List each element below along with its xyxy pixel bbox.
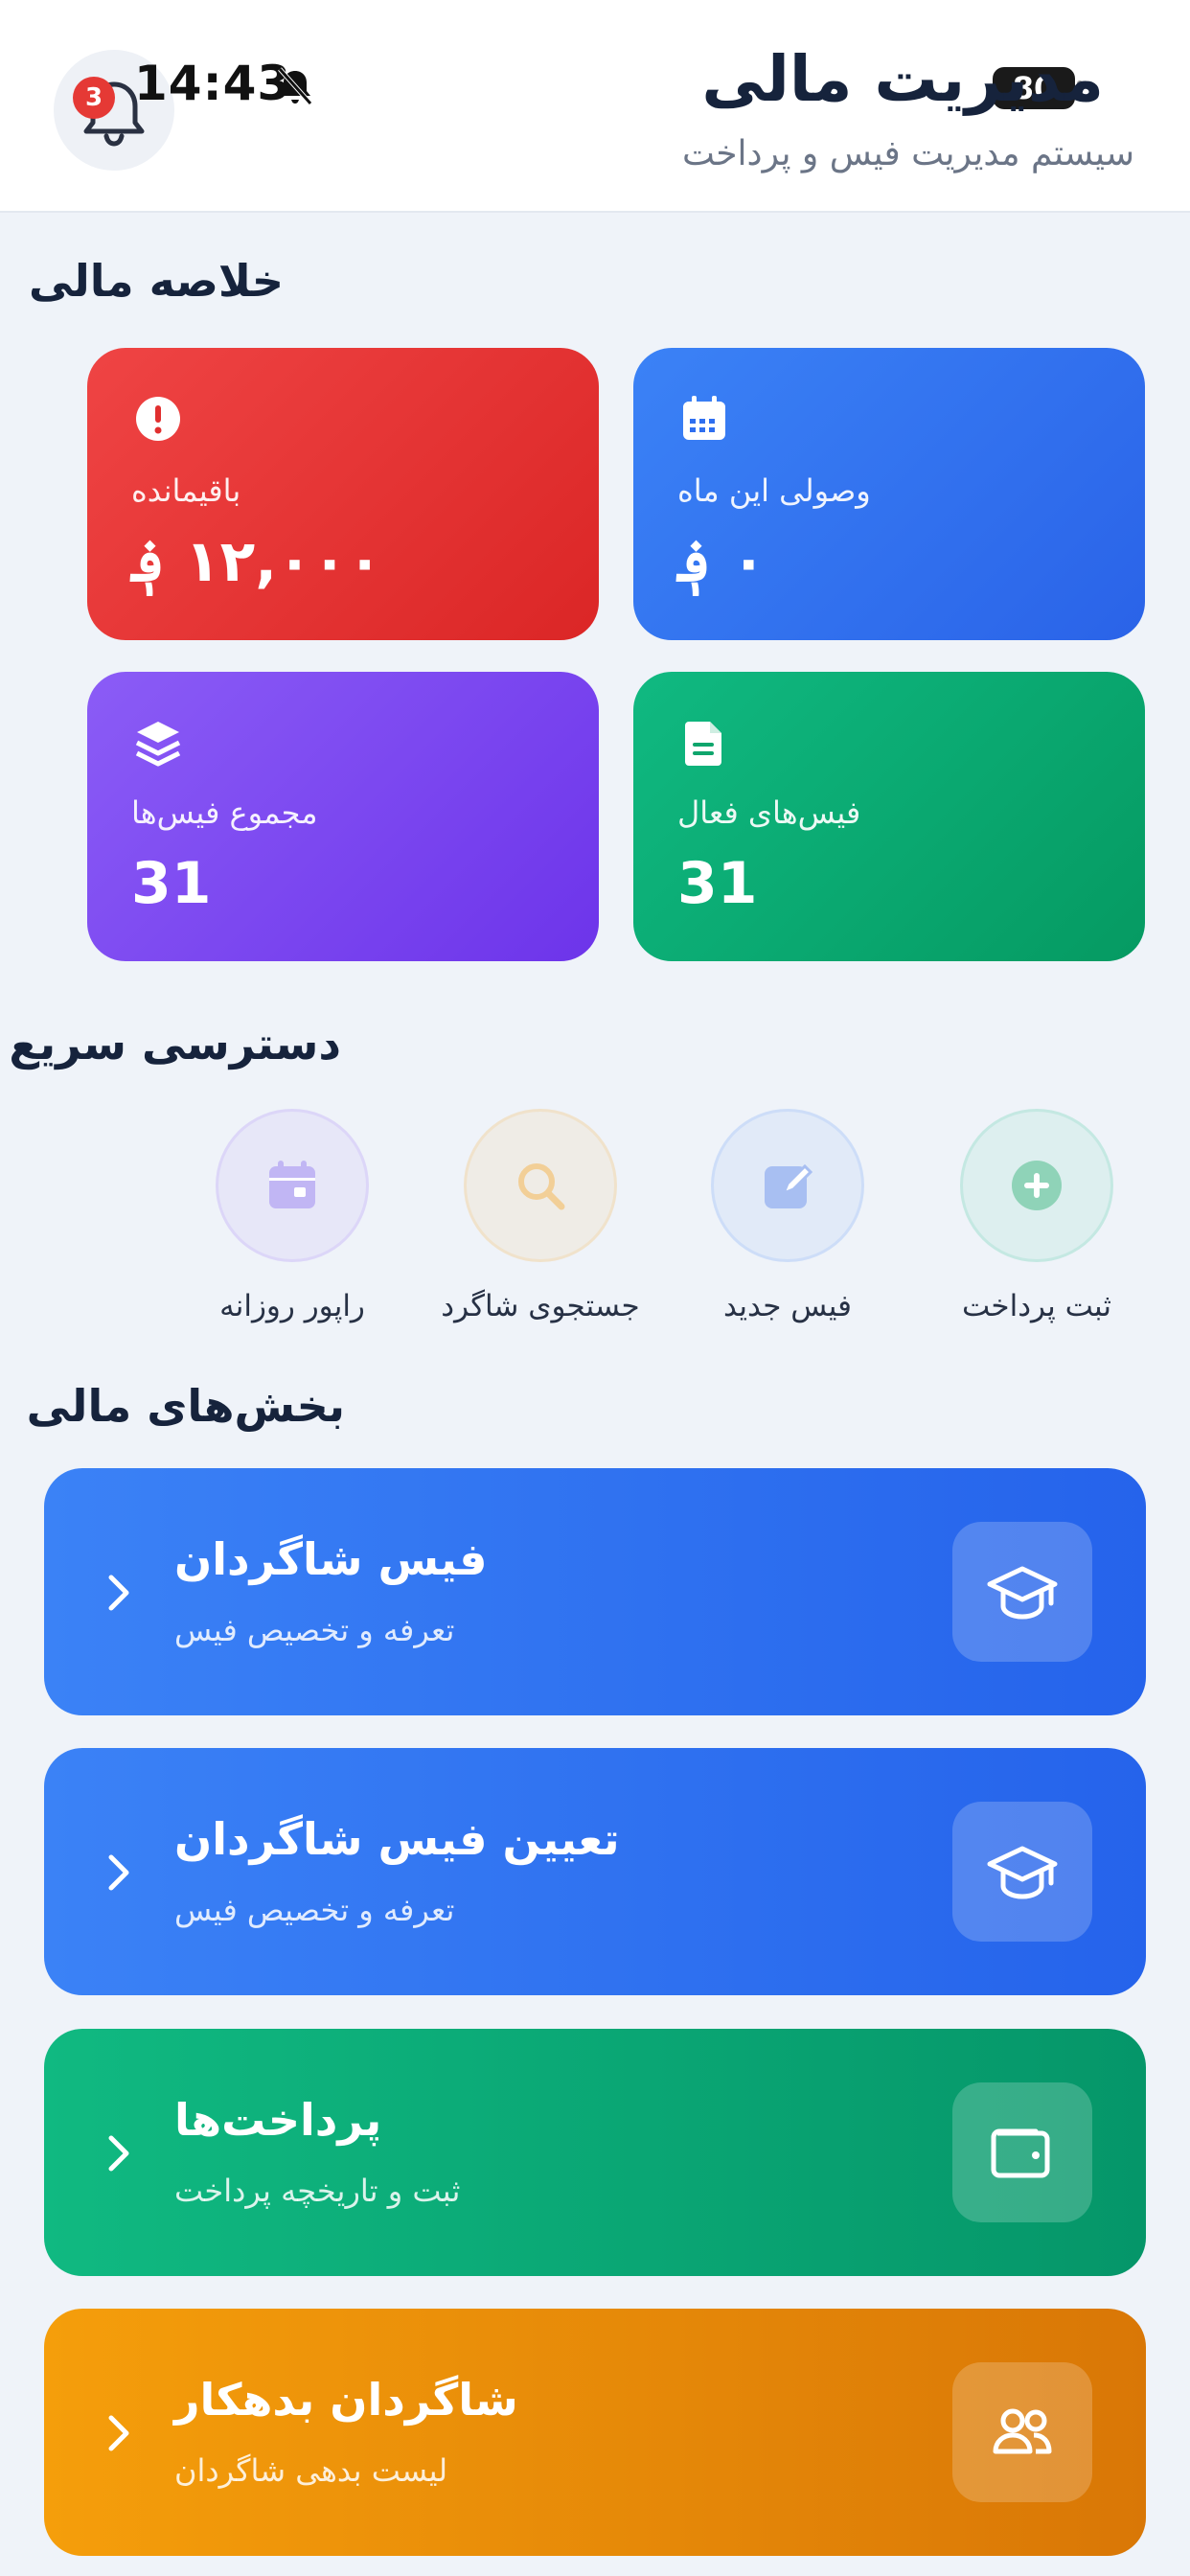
wallet-icon — [991, 2128, 1050, 2178]
card-label: وصولی این ماه — [677, 472, 871, 509]
card-value: 31 — [131, 850, 212, 917]
summary-card-remaining[interactable]: باقیمانده ۱۲,۰۰۰ ؋ — [87, 348, 599, 640]
summary-card-total-fees[interactable]: مجموع فیس‌ها 31 — [87, 672, 599, 961]
chevron-right-icon — [108, 1854, 129, 1891]
page-title: مدیریت مالی — [701, 42, 1104, 116]
card-value: ۰ ؋ — [677, 528, 767, 595]
quick-action-search-student[interactable]: جستجوی شاگرد — [416, 1109, 665, 1323]
section-icon-container — [952, 2362, 1092, 2502]
quick-action-label: راپور روزانه — [219, 1289, 365, 1323]
card-value: 31 — [677, 850, 758, 917]
add-circle-icon — [1012, 1161, 1062, 1210]
section-icon-container — [952, 2082, 1092, 2222]
edit-icon — [765, 1163, 813, 1208]
summary-card-active-fees[interactable]: فیس‌های فعال 31 — [633, 672, 1145, 961]
quick-action-label: ثبت پرداخت — [961, 1289, 1112, 1323]
users-icon — [993, 2408, 1052, 2454]
section-title: پرداخت‌ها — [174, 2094, 382, 2146]
section-subtitle: تعرفه و تخصیص فیس — [174, 1612, 455, 1648]
calendar-icon — [269, 1161, 315, 1208]
section-icon-container — [952, 1802, 1092, 1942]
section-title: فیس شاگردان — [174, 1533, 488, 1585]
bell-slash-icon — [278, 67, 312, 105]
section-subtitle: لیست بدهی شاگردان — [174, 2452, 448, 2489]
section-debtor-students[interactable]: شاگردان بدهکار لیست بدهی شاگردان — [44, 2309, 1146, 2556]
calendar-icon — [683, 396, 725, 440]
page-subtitle: سیستم مدیریت فیس و پرداخت — [681, 134, 1134, 173]
chevron-right-icon — [108, 1575, 129, 1611]
section-payments[interactable]: پرداخت‌ها ثبت و تاریخچه پرداخت — [44, 2029, 1146, 2276]
chevron-right-icon — [108, 2415, 129, 2451]
card-label: مجموع فیس‌ها — [131, 794, 318, 831]
section-student-fees[interactable]: فیس شاگردان تعرفه و تخصیص فیس — [44, 1468, 1146, 1715]
chevron-right-icon — [108, 2135, 129, 2172]
graduation-cap-icon — [987, 1846, 1058, 1899]
quick-action-record-payment[interactable]: ثبت پرداخت — [912, 1109, 1161, 1323]
summary-section-title: خلاصه مالی — [28, 255, 284, 307]
summary-card-month-collection[interactable]: وصولی این ماه ۰ ؋ — [633, 348, 1145, 640]
search-icon — [518, 1163, 565, 1210]
alert-icon — [136, 397, 180, 441]
document-icon — [685, 722, 721, 766]
card-value: ۱۲,۰۰۰ ؋ — [131, 528, 382, 595]
quick-action-label: فیس جدید — [723, 1289, 852, 1323]
graduation-cap-icon — [987, 1566, 1058, 1620]
section-subtitle: تعرفه و تخصیص فیس — [174, 1892, 455, 1928]
section-title: شاگردان بدهکار — [174, 2374, 518, 2426]
card-label: باقیمانده — [131, 472, 241, 509]
quick-action-daily-report[interactable]: راپور روزانه — [168, 1109, 417, 1323]
sections-title: بخش‌های مالی — [26, 1380, 345, 1432]
section-assign-student-fees[interactable]: تعیین فیس شاگردان تعرفه و تخصیص فیس — [44, 1748, 1146, 1995]
section-subtitle: ثبت و تاریخچه پرداخت — [174, 2173, 461, 2209]
quick-action-new-fee[interactable]: فیس جدید — [663, 1109, 912, 1323]
quick-action-label: جستجوی شاگرد — [441, 1289, 640, 1323]
quick-access-section-title: دسترسی سریع — [9, 1018, 341, 1070]
layers-icon — [135, 722, 181, 767]
status-time: 14:43 — [134, 56, 292, 111]
section-icon-container — [952, 1522, 1092, 1662]
notification-badge: 3 — [73, 77, 115, 119]
section-title: تعیین فیس شاگردان — [174, 1813, 620, 1865]
card-label: فیس‌های فعال — [677, 794, 861, 831]
